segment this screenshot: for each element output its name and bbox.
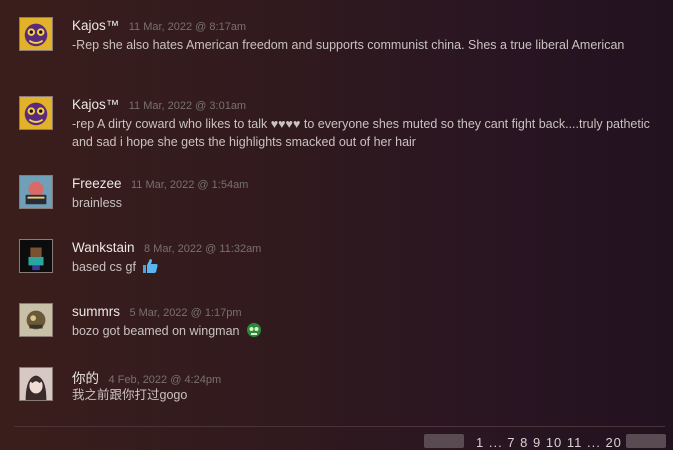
comment-author[interactable]: 你的	[72, 371, 99, 386]
pagination: 1 ... 7 8 9 10 11 ... 20	[424, 434, 673, 450]
comment-text: bozo got beamed on wingman	[72, 324, 240, 338]
comment-date: 11 Mar, 2022 @ 8:17am	[128, 21, 247, 33]
next-page-button[interactable]	[626, 434, 666, 448]
avatar[interactable]	[19, 175, 53, 209]
comment-author[interactable]: Kajos™	[72, 18, 119, 33]
avatar[interactable]	[19, 17, 53, 51]
comment-author[interactable]: Kajos™	[72, 97, 119, 112]
avatar[interactable]	[19, 239, 53, 273]
comment-text: -rep A dirty coward who likes to talk ♥♥…	[72, 117, 650, 149]
comment-author[interactable]: summrs	[72, 304, 120, 319]
comment-author[interactable]: Freezee	[72, 176, 122, 191]
comment-text: brainless	[72, 196, 123, 210]
previous-page-button[interactable]	[424, 434, 464, 448]
page-numbers[interactable]: 1 ... 7 8 9 10 11 ... 20	[476, 435, 622, 450]
avatar[interactable]	[19, 303, 53, 337]
comment-date: 8 Mar, 2022 @ 11:32am	[143, 243, 262, 255]
divider	[14, 426, 665, 427]
avatar[interactable]	[19, 96, 53, 130]
thumbs-up-emote	[141, 258, 159, 274]
comment-date: 11 Mar, 2022 @ 3:01am	[128, 100, 247, 112]
green-skull-emote	[245, 322, 263, 338]
comment-date: 4 Feb, 2022 @ 4:24pm	[108, 374, 222, 386]
comment-date: 11 Mar, 2022 @ 1:54am	[130, 179, 249, 191]
avatar[interactable]	[19, 367, 53, 401]
comment-text: based cs gf	[72, 260, 136, 274]
comment-text: -Rep she also hates American freedom and…	[72, 38, 625, 52]
comment-text: 我之前跟你打过gogo	[72, 388, 188, 402]
comment-date: 5 Mar, 2022 @ 1:17pm	[129, 307, 242, 319]
comment-author[interactable]: Wankstain	[72, 240, 135, 255]
